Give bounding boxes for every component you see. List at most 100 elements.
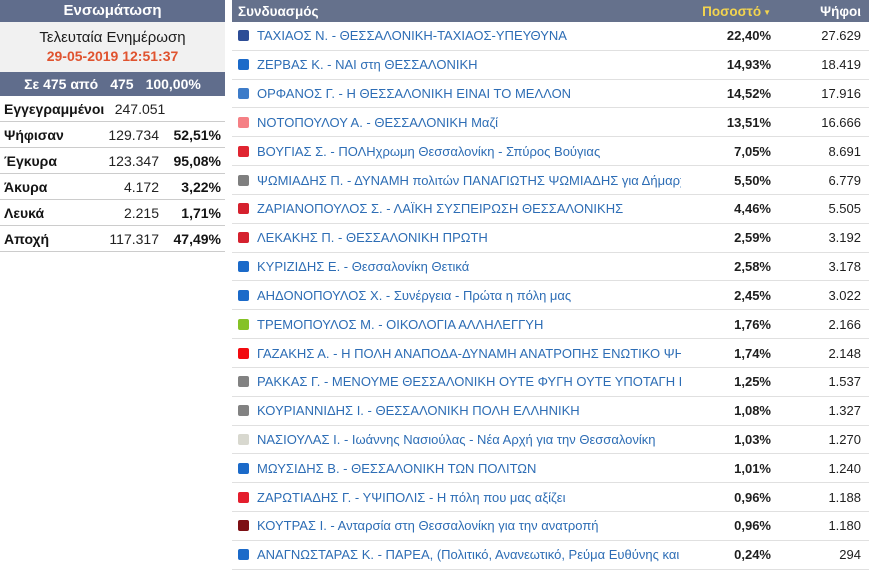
candidate-link[interactable]: ΖΕΡΒΑΣ Κ. - ΝΑΙ στη ΘΕΣΣΑΛΟΝΙΚΗ <box>257 57 681 72</box>
percent-cell: 7,05% <box>681 144 771 159</box>
party-color-swatch <box>238 434 249 445</box>
sidebar-stat-row: Εγγεγραμμένοι247.051 <box>0 96 225 122</box>
stat-label: Άκυρα <box>4 179 91 195</box>
table-row[interactable]: ΤΑΧΙΑΟΣ Ν. - ΘΕΣΣΑΛΟΝΙΚΗ-ΤΑΧΙΑΟΣ-ΥΠΕΥΘΥΝ… <box>232 22 869 51</box>
candidate-link[interactable]: ΛΕΚΑΚΗΣ Π. - ΘΕΣΣΑΛΟΝΙΚΗ ΠΡΩΤΗ <box>257 230 681 245</box>
percent-cell: 22,40% <box>681 28 771 43</box>
party-color-swatch <box>238 59 249 70</box>
votes-cell: 3.192 <box>771 230 861 245</box>
candidate-link[interactable]: ΟΡΦΑΝΟΣ Γ. - Η ΘΕΣΣΑΛΟΝΙΚΗ ΕΙΝΑΙ ΤΟ ΜΕΛΛ… <box>257 86 681 101</box>
candidate-link[interactable]: ΤΑΧΙΑΟΣ Ν. - ΘΕΣΣΑΛΟΝΙΚΗ-ΤΑΧΙΑΟΣ-ΥΠΕΥΘΥΝ… <box>257 28 681 43</box>
candidate-link[interactable]: ΒΟΥΓΙΑΣ Σ. - ΠΟΛΗχρωμη Θεσσαλονίκη - Σπύ… <box>257 144 681 159</box>
table-row[interactable]: ΟΡΦΑΝΟΣ Γ. - Η ΘΕΣΣΑΛΟΝΙΚΗ ΕΙΝΑΙ ΤΟ ΜΕΛΛ… <box>232 80 869 109</box>
party-color-swatch <box>238 319 249 330</box>
table-row[interactable]: ΚΟΥΡΙΑΝΝΙΔΗΣ Ι. - ΘΕΣΣΑΛΟΝΙΚΗ ΠΟΛΗ ΕΛΛΗΝ… <box>232 397 869 426</box>
party-color-swatch <box>238 376 249 387</box>
stat-label: Έγκυρα <box>4 153 91 169</box>
votes-cell: 6.779 <box>771 173 861 188</box>
table-row[interactable]: ΜΩΥΣΙΔΗΣ Β. - ΘΕΣΣΑΛΟΝΙΚΗ ΤΩΝ ΠΟΛΙΤΩΝ1,0… <box>232 454 869 483</box>
votes-cell: 17.916 <box>771 86 861 101</box>
party-color-swatch <box>238 520 249 531</box>
stat-label: Λευκά <box>4 205 91 221</box>
candidate-link[interactable]: ΚΥΡΙΖΙΔΗΣ Ε. - Θεσσαλονίκη Θετικά <box>257 259 681 274</box>
percent-cell: 1,08% <box>681 403 771 418</box>
votes-cell: 294 <box>771 547 861 562</box>
table-row[interactable]: ΡΑΚΚΑΣ Γ. - ΜΕΝΟΥΜΕ ΘΕΣΣΑΛΟΝΙΚΗ ΟΥΤΕ ΦΥΓ… <box>232 368 869 397</box>
candidate-link[interactable]: ΖΑΡΩΤΙΑΔΗΣ Γ. - ΥΨΙΠΟΛΙΣ - Η πόλη που μα… <box>257 490 681 505</box>
candidate-link[interactable]: ΑΝΑΓΝΩΣΤΑΡΑΣ Κ. - ΠΑΡΕΑ, (Πολιτικό, Αναν… <box>257 547 681 562</box>
candidate-link[interactable]: ΡΑΚΚΑΣ Γ. - ΜΕΝΟΥΜΕ ΘΕΣΣΑΛΟΝΙΚΗ ΟΥΤΕ ΦΥΓ… <box>257 374 681 389</box>
reporting-progress-bar: Σε 475 από475100,00% <box>0 72 225 96</box>
table-row[interactable]: ΖΑΡΙΑΝΟΠΟΥΛΟΣ Σ. - ΛΑΪΚΗ ΣΥΣΠΕΙΡΩΣΗ ΘΕΣΣ… <box>232 195 869 224</box>
table-row[interactable]: ΖΑΡΩΤΙΑΔΗΣ Γ. - ΥΨΙΠΟΛΙΣ - Η πόλη που μα… <box>232 483 869 512</box>
table-row[interactable]: ΒΟΥΓΙΑΣ Σ. - ΠΟΛΗχρωμη Θεσσαλονίκη - Σπύ… <box>232 137 869 166</box>
table-row[interactable]: ΑΗΔΟΝΟΠΟΥΛΟΣ Χ. - Συνέργεια - Πρώτα η πό… <box>232 281 869 310</box>
candidate-link[interactable]: ΚΟΥΡΙΑΝΝΙΔΗΣ Ι. - ΘΕΣΣΑΛΟΝΙΚΗ ΠΟΛΗ ΕΛΛΗΝ… <box>257 403 681 418</box>
candidate-link[interactable]: ΑΗΔΟΝΟΠΟΥΛΟΣ Χ. - Συνέργεια - Πρώτα η πό… <box>257 288 681 303</box>
table-row[interactable]: ΝΑΣΙΟΥΛΑΣ Ι. - Ιωάννης Νασιούλας - Νέα Α… <box>232 426 869 455</box>
candidate-link[interactable]: ΝΑΣΙΟΥΛΑΣ Ι. - Ιωάννης Νασιούλας - Νέα Α… <box>257 432 681 447</box>
stat-label: Αποχή <box>4 231 91 247</box>
sidebar-stat-row: Άκυρα4.1723,22% <box>0 174 225 200</box>
sidebar-stat-row: Έγκυρα123.34795,08% <box>0 148 225 174</box>
integration-header: Ενσωμάτωση <box>0 0 225 22</box>
table-row[interactable]: ΚΥΡΙΖΙΔΗΣ Ε. - Θεσσαλονίκη Θετικά2,58%3.… <box>232 253 869 282</box>
percent-cell: 2,58% <box>681 259 771 274</box>
election-results-page: Ενσωμάτωση Τελευταία Ενημέρωση 29-05-201… <box>0 0 869 570</box>
votes-cell: 1.180 <box>771 518 861 533</box>
percent-cell: 13,51% <box>681 115 771 130</box>
votes-cell: 2.148 <box>771 346 861 361</box>
party-color-swatch <box>238 261 249 272</box>
sort-desc-icon: ▼ <box>763 8 771 17</box>
column-header-percent[interactable]: Ποσοστό▼ <box>681 4 771 19</box>
votes-cell: 1.537 <box>771 374 861 389</box>
column-header-combination[interactable]: Συνδυασμός <box>238 4 681 19</box>
progress-prefix: Σε 475 από <box>24 76 98 92</box>
table-row[interactable]: ΚΟΥΤΡΑΣ Ι. - Ανταρσία στη Θεσσαλονίκη γι… <box>232 512 869 541</box>
stat-percent: 3,22% <box>159 179 221 195</box>
percent-cell: 4,46% <box>681 201 771 216</box>
last-update-timestamp: 29-05-2019 12:51:37 <box>0 48 225 64</box>
table-row[interactable]: ΑΝΑΓΝΩΣΤΑΡΑΣ Κ. - ΠΑΡΕΑ, (Πολιτικό, Αναν… <box>232 541 869 570</box>
party-color-swatch <box>238 290 249 301</box>
table-row[interactable]: ΛΕΚΑΚΗΣ Π. - ΘΕΣΣΑΛΟΝΙΚΗ ΠΡΩΤΗ2,59%3.192 <box>232 224 869 253</box>
candidate-link[interactable]: ΖΑΡΙΑΝΟΠΟΥΛΟΣ Σ. - ΛΑΪΚΗ ΣΥΣΠΕΙΡΩΣΗ ΘΕΣΣ… <box>257 201 681 216</box>
party-color-swatch <box>238 88 249 99</box>
candidate-link[interactable]: ΨΩΜΙΑΔΗΣ Π. - ΔΥΝΑΜΗ πολιτών ΠΑΝΑΓΙΩΤΗΣ … <box>257 173 681 188</box>
votes-cell: 1.188 <box>771 490 861 505</box>
progress-total: 475 <box>110 76 133 92</box>
votes-cell: 1.240 <box>771 461 861 476</box>
party-color-swatch <box>238 549 249 560</box>
votes-cell: 2.166 <box>771 317 861 332</box>
summary-sidebar: Ενσωμάτωση Τελευταία Ενημέρωση 29-05-201… <box>0 0 225 252</box>
results-table-header: Συνδυασμός Ποσοστό▼ Ψήφοι <box>232 0 869 22</box>
table-row[interactable]: ΨΩΜΙΑΔΗΣ Π. - ΔΥΝΑΜΗ πολιτών ΠΑΝΑΓΙΩΤΗΣ … <box>232 166 869 195</box>
table-row[interactable]: ΖΕΡΒΑΣ Κ. - ΝΑΙ στη ΘΕΣΣΑΛΟΝΙΚΗ14,93%18.… <box>232 51 869 80</box>
votes-cell: 3.178 <box>771 259 861 274</box>
candidate-link[interactable]: ΤΡΕΜΟΠΟΥΛΟΣ Μ. - ΟΙΚΟΛΟΓΙΑ ΑΛΛΗΛΕΓΓΥΗ <box>257 317 681 332</box>
stat-value: 117.317 <box>91 231 159 247</box>
candidate-link[interactable]: ΝΟΤΟΠΟΥΛΟΥ Α. - ΘΕΣΣΑΛΟΝΙΚΗ Μαζί <box>257 115 681 130</box>
candidate-link[interactable]: ΓΑΖΑΚΗΣ Α. - Η ΠΟΛΗ ΑΝΑΠΟΔΑ-ΔΥΝΑΜΗ ΑΝΑΤΡ… <box>257 346 681 361</box>
table-row[interactable]: ΤΡΕΜΟΠΟΥΛΟΣ Μ. - ΟΙΚΟΛΟΓΙΑ ΑΛΛΗΛΕΓΓΥΗ1,7… <box>232 310 869 339</box>
stat-label: Εγγεγραμμένοι <box>4 101 104 117</box>
percent-cell: 1,74% <box>681 346 771 361</box>
table-row[interactable]: ΓΑΖΑΚΗΣ Α. - Η ΠΟΛΗ ΑΝΑΠΟΔΑ-ΔΥΝΑΜΗ ΑΝΑΤΡ… <box>232 339 869 368</box>
party-color-swatch <box>238 30 249 41</box>
sidebar-stat-row: Ψήφισαν129.73452,51% <box>0 122 225 148</box>
candidate-link[interactable]: ΜΩΥΣΙΔΗΣ Β. - ΘΕΣΣΑΛΟΝΙΚΗ ΤΩΝ ΠΟΛΙΤΩΝ <box>257 461 681 476</box>
column-header-votes[interactable]: Ψήφοι <box>771 4 861 19</box>
stat-percent: 1,71% <box>159 205 221 221</box>
candidate-link[interactable]: ΚΟΥΤΡΑΣ Ι. - Ανταρσία στη Θεσσαλονίκη γι… <box>257 518 681 533</box>
table-row[interactable]: ΝΟΤΟΠΟΥΛΟΥ Α. - ΘΕΣΣΑΛΟΝΙΚΗ Μαζί13,51%16… <box>232 108 869 137</box>
votes-cell: 5.505 <box>771 201 861 216</box>
sidebar-stat-row: Αποχή117.31747,49% <box>0 226 225 252</box>
party-color-swatch <box>238 405 249 416</box>
party-color-swatch <box>238 492 249 503</box>
party-color-swatch <box>238 348 249 359</box>
percent-cell: 0,24% <box>681 547 771 562</box>
last-update-box: Τελευταία Ενημέρωση 29-05-2019 12:51:37 <box>0 22 225 72</box>
votes-cell: 27.629 <box>771 28 861 43</box>
votes-cell: 18.419 <box>771 57 861 72</box>
percent-cell: 5,50% <box>681 173 771 188</box>
